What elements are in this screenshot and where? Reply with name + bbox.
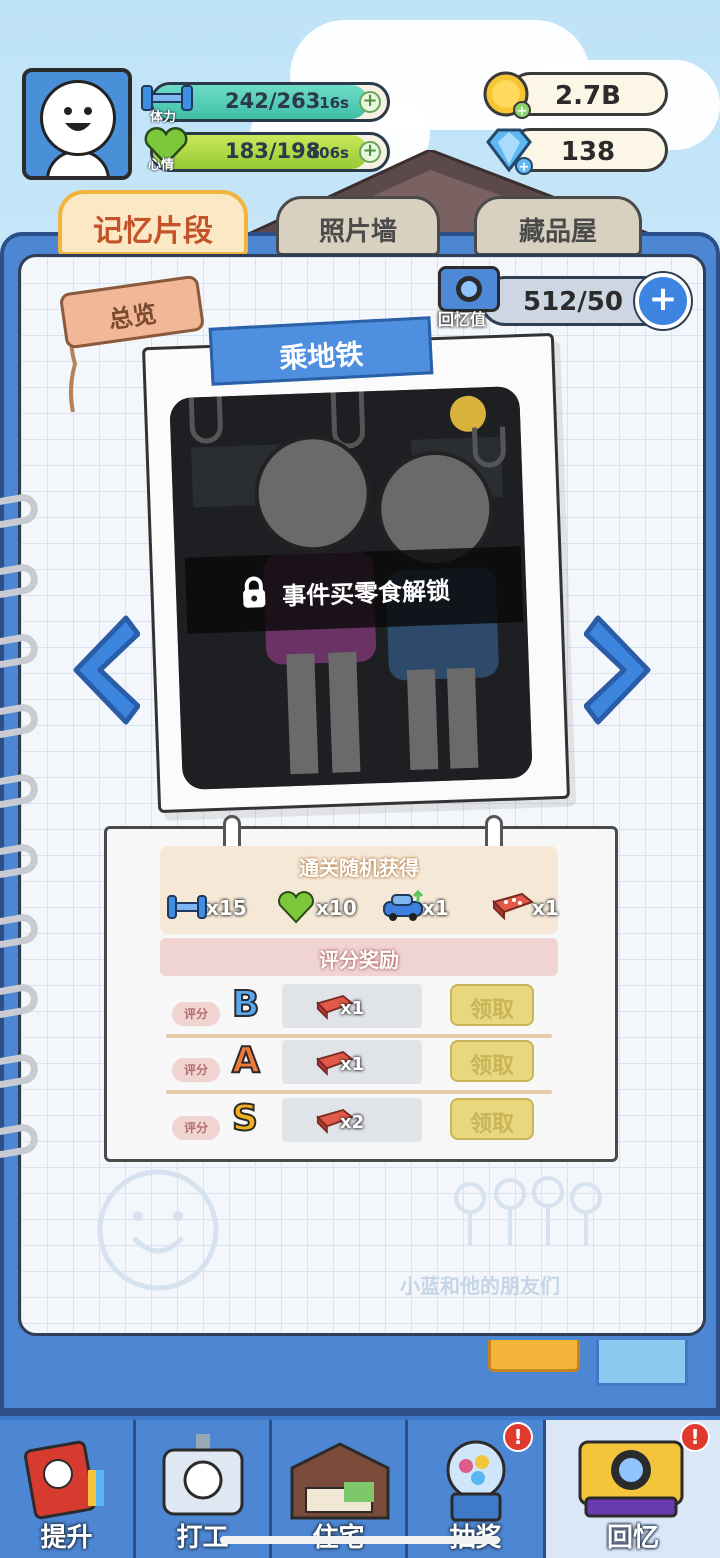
ring xyxy=(0,771,41,811)
score-row-b: 评分 B x1 领取 xyxy=(160,983,558,1038)
reward-count: x2 xyxy=(340,1112,365,1133)
spiral-binding xyxy=(0,0,60,1558)
tab-collection[interactable]: 藏品屋 xyxy=(474,196,642,256)
mood-label: 心情 xyxy=(148,158,175,173)
nav-memory[interactable]: ! 回忆 xyxy=(546,1420,720,1558)
tab-memory-fragments-label: 记忆片段 xyxy=(93,214,213,249)
drop-item-brick: x1 xyxy=(492,890,562,926)
lock-icon xyxy=(239,575,268,614)
stamina-timer: 16s xyxy=(319,94,349,112)
brick-icon xyxy=(492,890,535,924)
next-arrow-button[interactable] xyxy=(583,610,658,730)
divider xyxy=(166,1090,552,1094)
ring xyxy=(0,841,41,881)
nav-upgrade[interactable]: 提升 xyxy=(0,1420,136,1558)
watermark-figures xyxy=(440,1176,610,1266)
book-icon xyxy=(24,1440,110,1524)
grade-a: A xyxy=(231,1039,261,1082)
coin-value: 2.7B xyxy=(555,81,621,111)
drop-title: 通关随机获得 xyxy=(299,856,419,880)
drop-count: x15 xyxy=(206,896,247,920)
instant-camera-icon xyxy=(576,1434,686,1526)
home-indicator[interactable] xyxy=(220,1536,500,1544)
prev-arrow-button[interactable] xyxy=(66,610,141,730)
lock-banner: 事件买零食解锁 xyxy=(184,546,524,634)
ring xyxy=(0,911,41,951)
grade-b: B xyxy=(231,983,260,1026)
dumbbell-icon xyxy=(166,890,208,928)
reward-count: x1 xyxy=(340,998,365,1019)
score-tag: 评分 xyxy=(172,1058,220,1082)
svg-text:+: + xyxy=(517,104,528,119)
lock-text: 事件买零食解锁 xyxy=(281,576,451,611)
drop-count: x1 xyxy=(422,896,449,920)
score-tag: 评分 xyxy=(172,1002,220,1026)
coin-icon: + xyxy=(482,70,532,120)
claim-button[interactable]: 领取 xyxy=(450,1040,534,1082)
tab-collection-label: 藏品屋 xyxy=(518,217,597,247)
drop-count: x10 xyxy=(316,896,357,920)
badge-id-icon xyxy=(160,1434,246,1526)
reward-count: x1 xyxy=(340,1054,365,1075)
memory-icon-label: 回忆值 xyxy=(438,310,487,329)
page-marker-blue xyxy=(596,1340,688,1386)
stamina-value: 242/263 xyxy=(225,89,321,113)
page-marker-orange xyxy=(488,1340,580,1372)
score-reward: x1 xyxy=(282,1040,422,1084)
score-row-s: 评分 S x2 领取 xyxy=(160,1097,558,1150)
notification-badge: ! xyxy=(680,1422,710,1452)
ring xyxy=(0,1121,41,1161)
ring xyxy=(0,981,41,1021)
ring xyxy=(0,1051,41,1091)
ring xyxy=(0,491,41,531)
tab-photo-wall[interactable]: 照片墙 xyxy=(276,196,440,256)
overview-label: 总览 xyxy=(106,299,159,335)
notification-badge: ! xyxy=(503,1422,533,1452)
photo-title: 乘地铁 xyxy=(278,337,365,376)
ring xyxy=(0,561,41,601)
memory-add-button[interactable]: + xyxy=(635,273,691,329)
watermark-text: 小蓝和他的朋友们 xyxy=(400,1274,560,1298)
divider xyxy=(166,1034,552,1038)
watermark-face xyxy=(86,1168,236,1298)
nav-label: 回忆 xyxy=(606,1523,659,1553)
memory-counter: 512/50 + xyxy=(480,273,691,329)
drop-item-heart: x10 xyxy=(276,890,366,926)
memory-value: 512/50 xyxy=(523,287,623,317)
ring xyxy=(0,701,41,741)
heart-icon xyxy=(276,890,316,928)
claim-button[interactable]: 领取 xyxy=(450,1098,534,1140)
claim-button[interactable]: 领取 xyxy=(450,984,534,1026)
nav-label: 提升 xyxy=(40,1523,93,1553)
tab-memory-fragments[interactable]: 记忆片段 xyxy=(58,190,248,256)
score-row-a: 评分 A x1 领取 xyxy=(160,1039,558,1094)
gacha-machine-icon xyxy=(438,1436,514,1528)
score-rewards-title: 评分奖励 xyxy=(160,938,558,976)
score-reward: x2 xyxy=(282,1098,422,1142)
drop-item-car: x1 xyxy=(382,889,472,928)
stamina-plus-button[interactable]: + xyxy=(359,91,381,113)
score-reward: x1 xyxy=(282,984,422,1028)
grade-s: S xyxy=(231,1097,259,1140)
ring xyxy=(0,631,41,671)
drop-count: x1 xyxy=(532,896,559,920)
coin-counter[interactable]: 2.7B xyxy=(508,72,668,116)
score-tag: 评分 xyxy=(172,1116,220,1140)
car-icon xyxy=(382,889,426,928)
drop-item-dumbbell: x15 xyxy=(166,890,256,926)
photo-title-banner: 乘地铁 xyxy=(208,316,434,386)
stamina-label: 体力 xyxy=(150,110,177,125)
drop-rewards-section: 通关随机获得 x15 x10 x1 x1 xyxy=(160,846,559,934)
tab-photo-wall-label: 照片墙 xyxy=(318,217,397,247)
